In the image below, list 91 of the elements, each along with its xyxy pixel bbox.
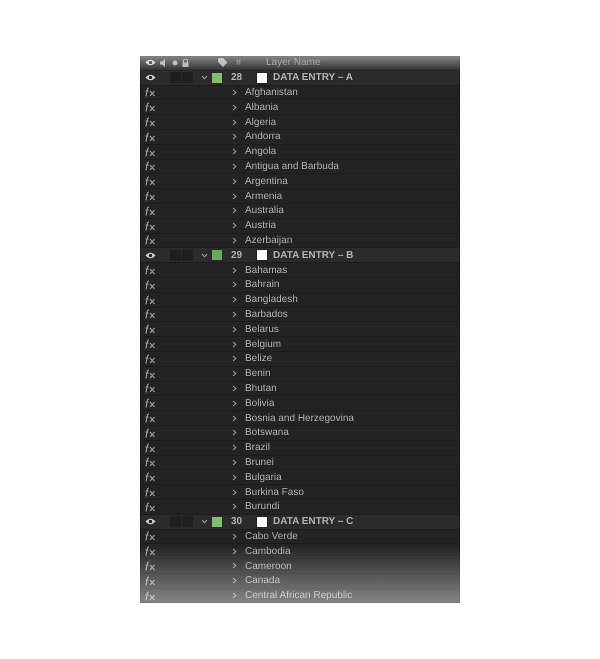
effect-icon: [144, 354, 156, 364]
layer-number: 30: [231, 515, 244, 530]
effect-name[interactable]: Bolivia: [245, 396, 274, 411]
effect-name[interactable]: Brazil: [245, 440, 270, 456]
effect-icon: [144, 590, 156, 601]
speaker-icon[interactable]: [160, 58, 168, 67]
effect-icon: [144, 428, 156, 438]
effect-name[interactable]: Brunei: [245, 454, 274, 470]
effect-icon: [144, 383, 156, 394]
effect-name[interactable]: Cabo Verde: [245, 528, 298, 544]
effect-name[interactable]: Azerbaijan: [245, 232, 292, 248]
effect-icon: [144, 294, 156, 305]
effect-icon: [144, 324, 156, 334]
lock-icon[interactable]: [182, 58, 189, 67]
effect-icon: [144, 132, 156, 142]
chevron-right-icon[interactable]: [231, 488, 238, 496]
effect-name[interactable]: Albania: [245, 100, 278, 115]
effect-icon: [144, 487, 156, 497]
label-color-swatch[interactable]: [212, 72, 222, 83]
eye-icon[interactable]: [145, 252, 156, 259]
effect-name[interactable]: Bosnia and Herzegovina: [245, 410, 354, 426]
layer-number: 29: [231, 248, 244, 263]
effect-name[interactable]: Austria: [245, 218, 276, 234]
effect-icon: [144, 339, 156, 350]
eye-icon[interactable]: [145, 518, 156, 526]
effect-name[interactable]: Andorra: [245, 129, 281, 144]
number-column-header: #: [236, 56, 242, 70]
layer-name[interactable]: DATA ENTRY – B: [273, 248, 354, 263]
effect-name[interactable]: Argentina: [245, 174, 288, 189]
layer-name[interactable]: DATA ENTRY – C: [273, 514, 354, 530]
effect-name[interactable]: Cambodia: [245, 544, 291, 559]
effect-icon: [144, 176, 156, 186]
effect-name[interactable]: Armenia: [245, 188, 282, 204]
effect-icon: [144, 457, 156, 468]
eye-icon[interactable]: [145, 59, 156, 66]
effect-name[interactable]: Antigua and Barbuda: [245, 158, 339, 174]
effect-name[interactable]: Australia: [245, 203, 284, 218]
label-color-swatch[interactable]: [212, 516, 222, 527]
effect-name[interactable]: Bhutan: [245, 380, 277, 396]
chevron-down-icon[interactable]: [201, 518, 208, 526]
chevron-down-icon[interactable]: [201, 74, 208, 82]
effect-name[interactable]: Cameroon: [245, 558, 292, 574]
effect-icon: [144, 280, 156, 290]
effect-icon: [144, 191, 156, 202]
layer-name-column-header: Layer Name: [266, 56, 320, 70]
effect-icon: [144, 161, 156, 172]
effect-icon: [144, 87, 156, 98]
effect-name[interactable]: Bahrain: [245, 277, 280, 292]
effect-icon: [144, 413, 156, 424]
solid-layer-icon: [257, 516, 267, 527]
effect-icon: [144, 146, 156, 157]
effect-icon: [144, 220, 156, 231]
effect-icon: [144, 576, 156, 586]
effect-name[interactable]: Algeria: [245, 114, 276, 130]
effect-name[interactable]: Burkina Faso: [245, 484, 304, 500]
effect-icon: [144, 309, 156, 320]
effect-name[interactable]: Belarus: [245, 322, 279, 337]
effect-icon: [144, 472, 156, 482]
effect-name[interactable]: Benin: [245, 366, 271, 382]
effect-icon: [144, 398, 156, 408]
layer-number: 28: [231, 71, 244, 86]
effect-name[interactable]: Canada: [245, 573, 280, 588]
effect-icon: [144, 102, 156, 112]
effect-icon: [144, 531, 156, 542]
effect-icon: [144, 502, 156, 512]
label-color-swatch[interactable]: [212, 250, 222, 260]
effect-icon: [144, 560, 156, 571]
effect-name[interactable]: Belize: [245, 351, 272, 366]
effect-icon: [144, 206, 156, 216]
effect-name[interactable]: Angola: [245, 144, 276, 160]
effect-name[interactable]: Bulgaria: [245, 470, 282, 485]
effect-icon: [144, 546, 156, 556]
effect-name[interactable]: Bahamas: [245, 262, 288, 278]
effect-name[interactable]: Belgium: [245, 336, 282, 352]
layer-name[interactable]: DATA ENTRY – A: [273, 70, 354, 86]
effect-name[interactable]: Botswana: [245, 425, 289, 440]
effect-icon: [144, 368, 156, 379]
effect-icon: [144, 265, 156, 276]
tag-icon[interactable]: [218, 58, 228, 68]
effect-name[interactable]: Barbados: [245, 306, 288, 322]
effect-icon: [144, 235, 156, 246]
solid-layer-icon: [257, 72, 267, 83]
effect-icon: [144, 117, 156, 128]
eye-icon[interactable]: [145, 74, 156, 82]
effect-name[interactable]: Burundi: [245, 499, 280, 514]
chevron-down-icon[interactable]: [201, 252, 208, 259]
effect-icon: [144, 442, 156, 453]
solid-layer-icon: [257, 250, 267, 260]
effect-name[interactable]: Bangladesh: [245, 292, 298, 308]
effect-name[interactable]: Afghanistan: [245, 85, 298, 100]
solo-dot-icon[interactable]: [172, 60, 178, 66]
